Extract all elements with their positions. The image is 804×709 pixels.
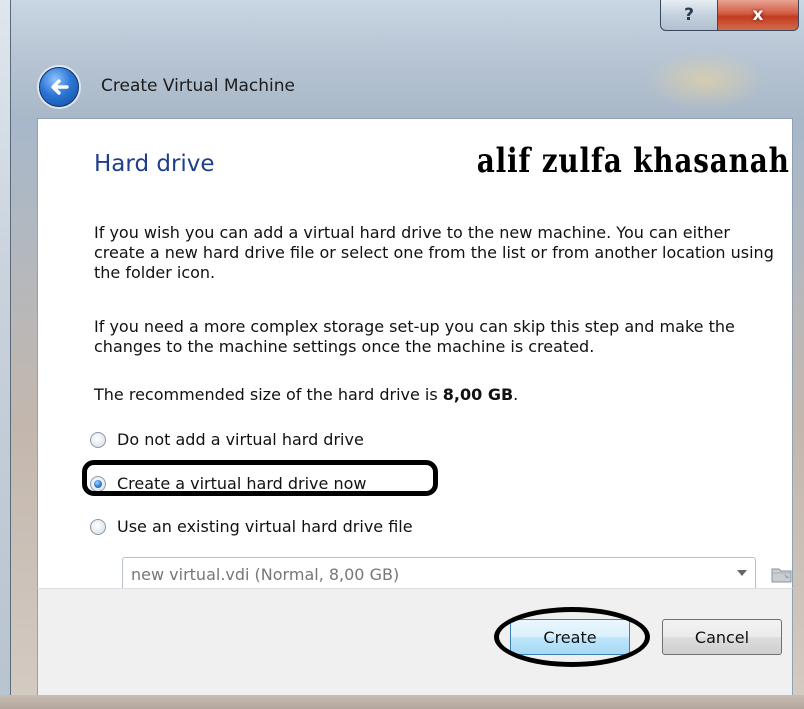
caption-buttons: ? x xyxy=(660,0,799,31)
description-paragraph-2: If you need a more complex storage set-u… xyxy=(94,317,735,356)
option-no-disk-label: Do not add a virtual hard drive xyxy=(117,430,364,449)
button-bar: Create Cancel xyxy=(37,588,793,697)
help-icon: ? xyxy=(684,5,694,25)
recommended-suffix: . xyxy=(513,385,519,404)
watermark-text: alif zulfa khasanah xyxy=(476,141,790,181)
radio-existing-disk[interactable] xyxy=(90,518,106,535)
window-title: Create Virtual Machine xyxy=(101,76,296,96)
option-no-disk[interactable]: Do not add a virtual hard drive xyxy=(90,430,364,449)
recommended-prefix: The recommended size of the hard drive i… xyxy=(94,385,443,404)
description-paragraph-1: If you wish you can add a virtual hard d… xyxy=(94,223,774,282)
option-existing-disk[interactable]: Use an existing virtual hard drive file xyxy=(90,517,413,536)
annotation-highlight-box xyxy=(82,460,438,496)
existing-disk-value: new virtual.vdi (Normal, 8,00 GB) xyxy=(131,564,400,584)
existing-disk-select[interactable]: new virtual.vdi (Normal, 8,00 GB) xyxy=(122,557,756,591)
folder-icon xyxy=(771,568,792,583)
close-icon: x xyxy=(752,5,764,25)
chevron-down-icon[interactable] xyxy=(737,570,747,576)
close-button[interactable]: x xyxy=(718,0,799,31)
help-button[interactable]: ? xyxy=(660,0,718,31)
back-arrow-icon xyxy=(51,79,69,95)
wizard-page: Hard drive alif zulfa khasanah If you wi… xyxy=(37,118,794,591)
page-title: Hard drive xyxy=(94,151,215,177)
choose-disk-file-button[interactable] xyxy=(770,563,794,585)
annotation-highlight-ellipse xyxy=(494,607,650,667)
recommended-size-text: The recommended size of the hard drive i… xyxy=(94,385,784,405)
create-vm-dialog: ? x Create Virtual Machine Hard drive al… xyxy=(10,0,804,709)
recommended-size-value: 8,00 GB xyxy=(442,385,514,404)
back-button[interactable] xyxy=(39,67,79,107)
cancel-button[interactable]: Cancel xyxy=(662,619,782,655)
window-bottom-edge xyxy=(0,695,804,709)
option-existing-disk-label: Use an existing virtual hard drive file xyxy=(117,517,413,536)
radio-no-disk[interactable] xyxy=(90,431,106,448)
